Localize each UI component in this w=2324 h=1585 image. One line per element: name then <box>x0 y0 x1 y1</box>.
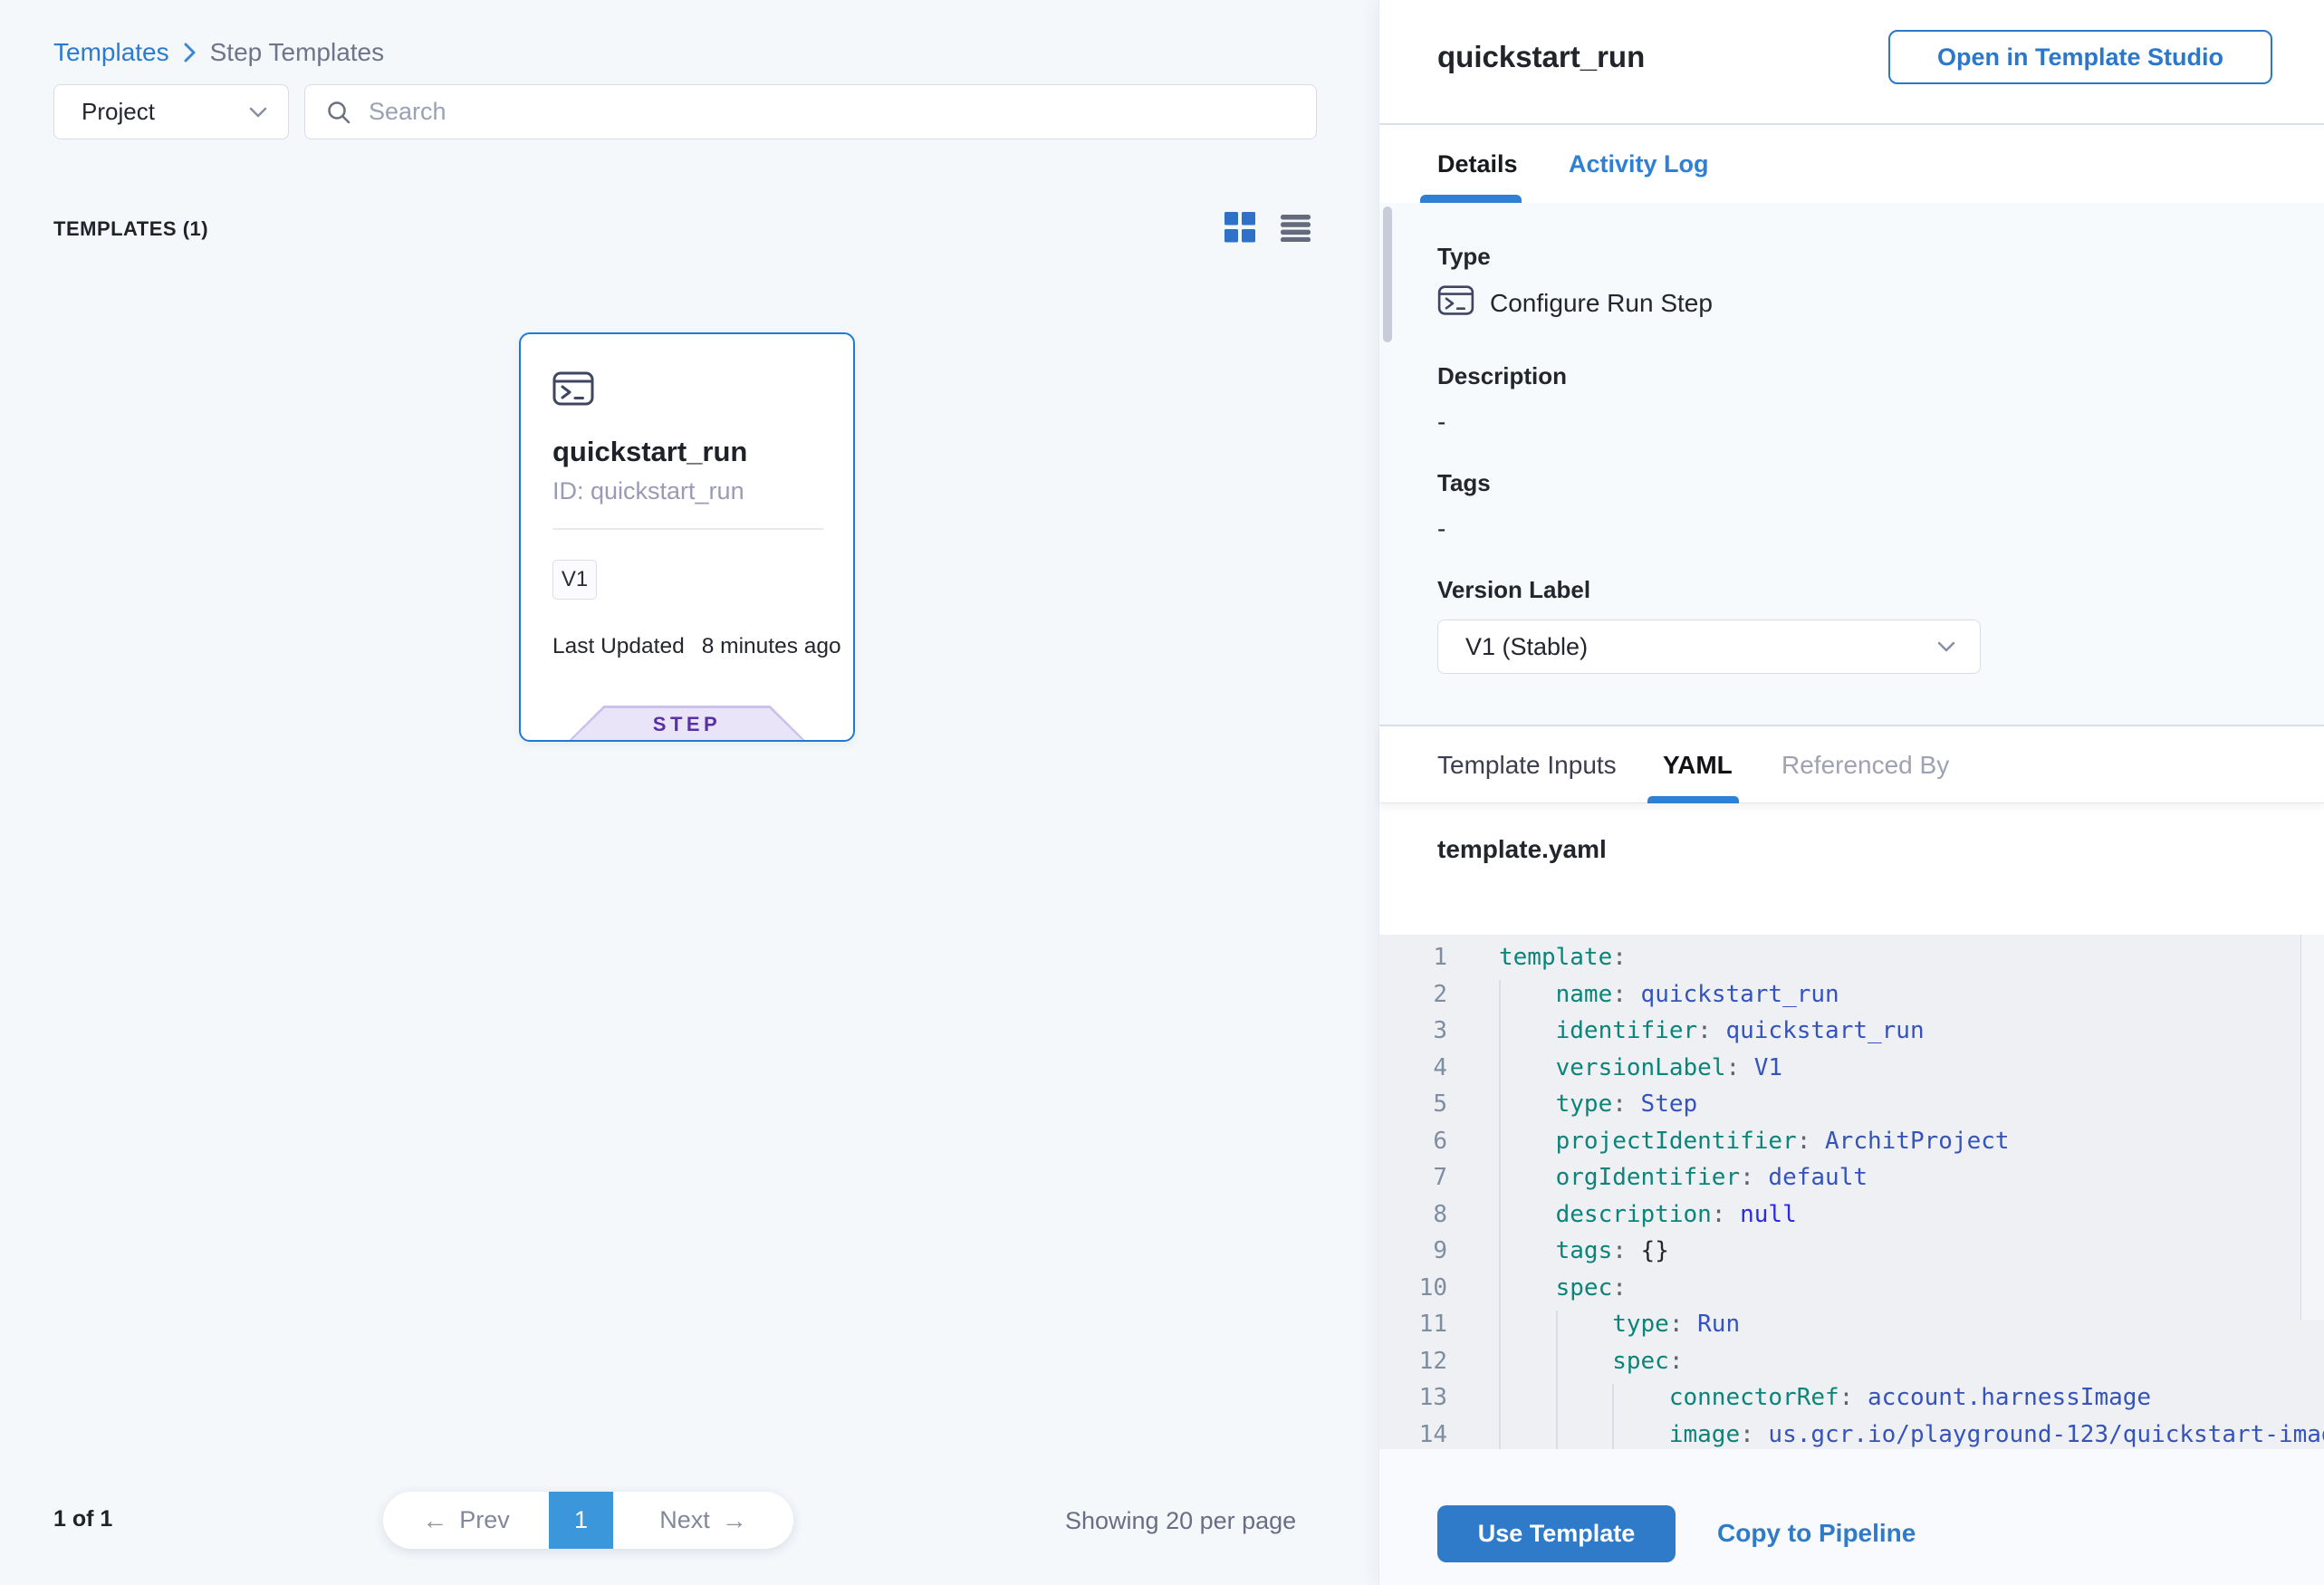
panel-footer: Use Template Copy to Pipeline <box>1379 1449 2324 1585</box>
search-box <box>304 84 1317 139</box>
template-card[interactable]: quickstart_run ID: quickstart_run V1 Las… <box>519 332 855 742</box>
indent-guide <box>1499 980 1501 1449</box>
active-subtab-underline <box>1647 796 1739 803</box>
last-updated-label: Last Updated <box>552 634 685 659</box>
app: Templates Step Templates Project TEMPLAT… <box>0 0 2324 1585</box>
terminal-run-step-icon <box>552 370 594 407</box>
grid-view-button[interactable] <box>1224 212 1255 243</box>
scrollbar-thumb[interactable] <box>1383 207 1392 342</box>
code-line: 9tags: {} <box>1379 1233 2324 1270</box>
scope-select[interactable]: Project <box>53 84 289 139</box>
card-title: quickstart_run <box>552 436 747 468</box>
active-tab-underline <box>1420 195 1522 203</box>
tab-template-inputs[interactable]: Template Inputs <box>1437 751 1617 780</box>
code-line: 14image: us.gcr.io/playground-123/quicks… <box>1379 1417 2324 1450</box>
breadcrumb: Templates Step Templates <box>53 34 384 71</box>
last-updated-row: Last Updated 8 minutes ago <box>552 634 841 659</box>
code-line: 3identifier: quickstart_run <box>1379 1013 2324 1050</box>
card-divider <box>552 528 823 530</box>
header-divider <box>1379 123 2324 125</box>
breadcrumb-current: Step Templates <box>210 38 385 67</box>
yaml-filename: template.yaml <box>1437 835 1607 864</box>
panel-title: quickstart_run <box>1437 40 1645 74</box>
scope-select-value: Project <box>82 98 248 126</box>
code-line: 8description: null <box>1379 1196 2324 1234</box>
next-page-button[interactable]: Next → <box>613 1492 793 1549</box>
next-label: Next <box>659 1506 710 1534</box>
chevron-down-icon <box>1936 640 1956 653</box>
yaml-editor[interactable]: 1template:2name: quickstart_run3identifi… <box>1379 935 2324 1449</box>
step-type-badge-label: STEP <box>653 713 721 736</box>
version-badge: V1 <box>552 560 597 600</box>
pagination: ← Prev 1 Next → <box>383 1492 793 1549</box>
search-input[interactable] <box>367 97 1296 127</box>
open-in-template-studio-button[interactable]: Open in Template Studio <box>1888 30 2272 84</box>
arrow-right-icon: → <box>722 1506 747 1535</box>
templates-count-heading: TEMPLATES (1) <box>53 217 208 241</box>
step-type-badge: STEP <box>570 706 805 740</box>
tab-yaml[interactable]: YAML <box>1663 751 1733 780</box>
tags-value: - <box>1437 514 1445 543</box>
code-line: 13connectorRef: account.harnessImage <box>1379 1379 2324 1417</box>
prev-label: Prev <box>459 1506 510 1534</box>
version-select-value: V1 (Stable) <box>1465 633 1936 661</box>
breadcrumb-chevron-right-icon <box>182 41 197 64</box>
breadcrumb-link-templates[interactable]: Templates <box>53 38 169 67</box>
details-section: Type Configure Run Step Description - Ta… <box>1379 203 2324 726</box>
pagination-summary: 1 of 1 <box>53 1506 112 1532</box>
page-1-button[interactable]: 1 <box>549 1492 613 1549</box>
arrow-left-icon: ← <box>422 1506 447 1535</box>
code-line: 12spec: <box>1379 1343 2324 1380</box>
version-select[interactable]: V1 (Stable) <box>1437 620 1981 674</box>
indent-guide <box>1612 1384 1614 1449</box>
version-label: Version Label <box>1437 576 1590 604</box>
code-line: 5type: Step <box>1379 1086 2324 1123</box>
description-label: Description <box>1437 362 1567 390</box>
copy-to-pipeline-button[interactable]: Copy to Pipeline <box>1717 1519 1916 1548</box>
list-icon <box>1281 231 1311 245</box>
use-template-button[interactable]: Use Template <box>1437 1505 1676 1562</box>
card-id: ID: quickstart_run <box>552 477 744 505</box>
grid-icon <box>1224 232 1255 245</box>
code-lines: 1template:2name: quickstart_run3identifi… <box>1379 939 2324 1449</box>
prev-page-button[interactable]: ← Prev <box>383 1492 549 1549</box>
code-line: 1template: <box>1379 939 2324 976</box>
tags-label: Tags <box>1437 469 1491 497</box>
type-label: Type <box>1437 243 1491 271</box>
indent-guide <box>1556 1311 1558 1449</box>
last-updated-value: 8 minutes ago <box>702 634 841 659</box>
code-line: 2name: quickstart_run <box>1379 976 2324 1013</box>
description-value: - <box>1437 408 1445 437</box>
code-line: 4versionLabel: V1 <box>1379 1050 2324 1087</box>
chevron-down-icon <box>248 106 268 119</box>
terminal-run-step-icon <box>1437 284 1474 316</box>
list-view-button[interactable] <box>1281 215 1311 242</box>
template-list-panel: Templates Step Templates Project TEMPLAT… <box>0 0 1378 1585</box>
tab-activity-log[interactable]: Activity Log <box>1569 150 1709 178</box>
code-line: 7orgIdentifier: default <box>1379 1159 2324 1196</box>
template-details-panel: quickstart_run Open in Template Studio D… <box>1378 0 2324 1585</box>
subtabs: Template Inputs YAML Referenced By <box>1379 727 2324 803</box>
editor-scrollbar-gutter[interactable] <box>2300 935 2324 1320</box>
search-icon <box>325 99 352 126</box>
per-page-text: Showing 20 per page <box>1065 1507 1296 1535</box>
code-line: 6projectIdentifier: ArchitProject <box>1379 1123 2324 1160</box>
code-line: 11type: Run <box>1379 1306 2324 1343</box>
code-line: 10spec: <box>1379 1270 2324 1307</box>
tab-details[interactable]: Details <box>1437 150 1518 178</box>
tab-referenced-by[interactable]: Referenced By <box>1781 751 1949 780</box>
type-value: Configure Run Step <box>1490 289 1713 318</box>
